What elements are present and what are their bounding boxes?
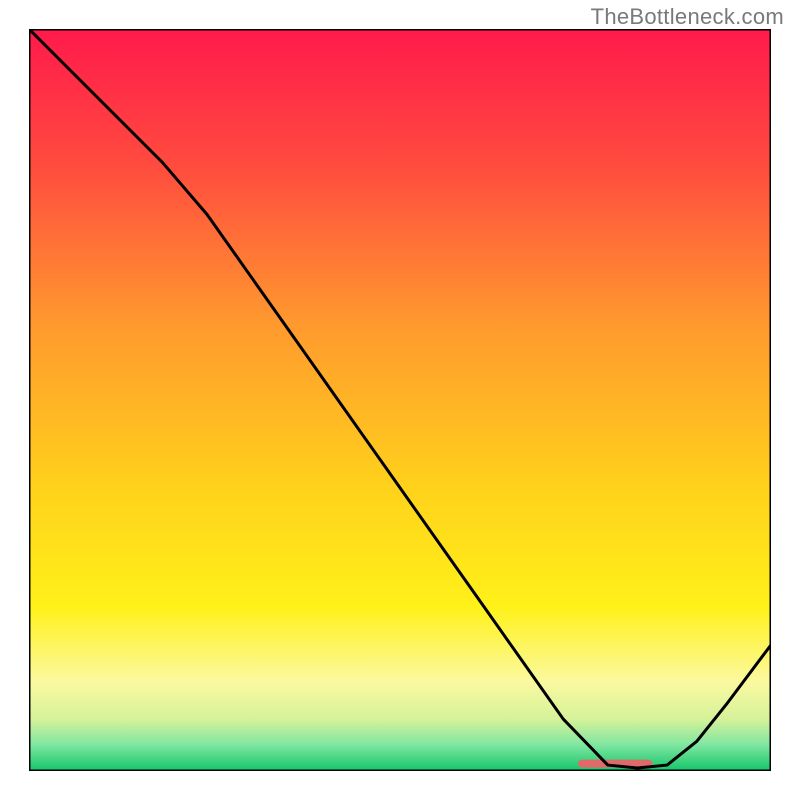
chart-container: TheBottleneck.com bbox=[0, 0, 800, 800]
plot-area bbox=[29, 29, 771, 771]
attribution-label: TheBottleneck.com bbox=[591, 4, 784, 30]
chart-svg bbox=[29, 29, 771, 771]
